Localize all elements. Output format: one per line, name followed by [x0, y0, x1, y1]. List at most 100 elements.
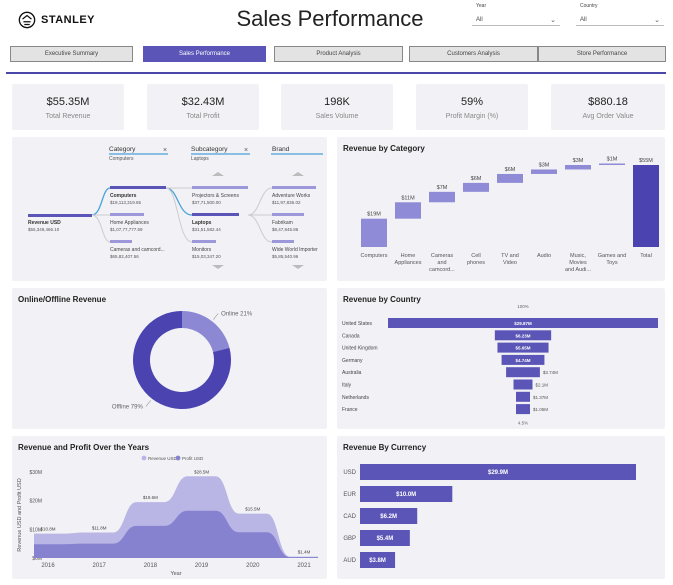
- decomp-category-value: $1,07,77,777.59: [110, 227, 143, 232]
- country-label: Germany: [342, 358, 363, 364]
- category-bar: [395, 202, 421, 219]
- scroll-down-icon[interactable]: [212, 265, 224, 269]
- country-filter-value: All: [580, 16, 587, 23]
- tab-product-analysis[interactable]: Product Analysis: [274, 46, 403, 62]
- decomp-root-label: Revenue USD: [28, 220, 61, 226]
- decomp-category-value: $19,113,319.65: [110, 200, 141, 205]
- revenue-data-label: $19.6M: [143, 495, 158, 500]
- category-tick-label: Toys: [606, 260, 618, 266]
- decomp-brand-value: $5,85,540.96: [272, 254, 299, 259]
- category-data-label: $3M: [573, 158, 584, 164]
- decomp-link: [91, 187, 111, 216]
- revenue-by-category-chart: $19M Computers $11M HomeAppliances $7M Camera…: [361, 157, 659, 273]
- x-tick-label: 2018: [144, 563, 158, 569]
- scroll-down-icon[interactable]: [292, 265, 304, 269]
- kpi-value: 59%: [460, 96, 484, 108]
- category-tick-label: Music,: [570, 253, 586, 259]
- scroll-up-icon[interactable]: [212, 172, 224, 176]
- country-data-label: $1.37M: [533, 395, 548, 400]
- x-axis-title: Year: [170, 571, 181, 577]
- revenue-data-label: $15.5M: [245, 507, 260, 512]
- category-data-label: $1M: [607, 157, 618, 163]
- kpi-card-avg-order-value: $880.18 Avg Order Value: [551, 84, 665, 130]
- country-label: Netherlands: [342, 395, 369, 401]
- year-filter-value: All: [476, 16, 483, 23]
- category-tick-label: Appliances: [395, 260, 422, 266]
- currency-data-label: $3.8M: [369, 558, 386, 564]
- decomp-category-label: Cameras and camcord...: [110, 247, 165, 253]
- country-bar: [516, 404, 530, 415]
- decomp-header-category: Category: [109, 146, 136, 153]
- header-divider: [6, 72, 666, 74]
- kpi-label: Sales Volume: [315, 113, 359, 120]
- decomp-brand-bar[interactable]: [272, 186, 316, 189]
- decomp-category-bar[interactable]: [110, 213, 144, 216]
- revenue-by-country-panel: Revenue by Country 100% United States $29.…: [337, 288, 665, 429]
- currency-label: AUD: [343, 558, 356, 564]
- category-bar: [361, 218, 387, 247]
- country-data-label: $3.74M: [543, 370, 558, 375]
- chevron-down-icon: ⌄: [550, 16, 556, 24]
- funnel-bottom-label: 4.5%: [518, 420, 528, 425]
- kpi-value: $880.18: [588, 96, 628, 108]
- page-nav: Executive Summary Sales Performance Prod…: [10, 46, 666, 63]
- decomp-brand-label: Wide World Importer: [272, 247, 318, 253]
- tab-customers-analysis[interactable]: Customers Analysis: [409, 46, 538, 62]
- decomp-brand-bar[interactable]: [272, 240, 294, 243]
- decomp-subcategory-label: Monitors: [192, 247, 212, 253]
- country-bar: [513, 379, 533, 390]
- decomp-link: [247, 214, 273, 243]
- category-tick-label: Cell: [471, 253, 480, 259]
- decomp-subcategory-bar[interactable]: [192, 213, 239, 216]
- revenue-by-currency-panel: Revenue By Currency USD $29.9M EUR $10.0M CA…: [337, 436, 665, 579]
- currency-label: GBP: [343, 536, 356, 542]
- decomp-category-label: Computers: [110, 193, 137, 199]
- category-tick-label: Video: [503, 260, 517, 266]
- category-bar: [531, 169, 557, 174]
- x-tick-label: 2019: [195, 563, 209, 569]
- donut-leader: [213, 313, 219, 320]
- category-data-label: $7M: [437, 185, 448, 191]
- country-filter-select[interactable]: All ⌄: [576, 14, 664, 26]
- category-tick-label: Total: [640, 253, 652, 259]
- country-bar: [516, 391, 530, 402]
- category-tick-label: Games and: [598, 253, 626, 259]
- legend-label: Revenue USD: [148, 456, 178, 461]
- decomp-subcategory-bar[interactable]: [192, 186, 248, 189]
- brand-name: STANLEY: [41, 14, 96, 26]
- decomp-subcategory-bar[interactable]: [192, 240, 216, 243]
- page-title: Sales Performance: [236, 6, 424, 31]
- scroll-up-icon[interactable]: [292, 172, 304, 176]
- tab-executive-summary[interactable]: Executive Summary: [10, 46, 133, 62]
- decomp-root-value: $55,349,466.10: [28, 227, 60, 232]
- decomp-category-bar[interactable]: [110, 240, 132, 243]
- tab-store-performance[interactable]: Store Performance: [538, 46, 666, 62]
- close-icon[interactable]: ×: [163, 147, 167, 154]
- category-bar: [633, 165, 659, 247]
- close-icon[interactable]: ×: [244, 147, 248, 154]
- tab-sales-performance[interactable]: Sales Performance: [143, 46, 266, 62]
- revenue-profit-years-chart: $0M$10M$20M$30MRevenue USD and Profit US…: [17, 455, 318, 577]
- country-label: United Kingdom: [342, 346, 378, 352]
- funnel-top-label: 100%: [517, 304, 529, 309]
- x-tick-label: 2021: [297, 563, 311, 569]
- decomp-brand-bar[interactable]: [272, 213, 304, 216]
- decomp-subcategory-label: Projectors & Screens: [192, 193, 239, 199]
- country-data-label: $29.87M: [514, 321, 532, 326]
- year-filter-select[interactable]: All ⌄: [472, 14, 560, 26]
- decomp-category-bar[interactable]: [110, 186, 166, 189]
- country-filter-label: Country: [580, 3, 598, 9]
- country-filter[interactable]: Country All ⌄: [576, 3, 664, 31]
- decomp-root-bar[interactable]: [28, 214, 92, 217]
- category-tick-label: camcord...: [429, 267, 455, 273]
- currency-label: CAD: [343, 514, 356, 520]
- category-data-label: $11M: [401, 195, 415, 201]
- year-filter[interactable]: Year All ⌄: [472, 3, 560, 31]
- legend-marker: [175, 455, 181, 461]
- revenue-profit-years-panel: Revenue and Profit Over the Years $0M $10…: [12, 436, 327, 579]
- decomp-brand-value: $8,47,845.86: [272, 227, 299, 232]
- category-tick-label: Home: [401, 253, 416, 259]
- country-label: Canada: [342, 333, 360, 339]
- decomp-category-label: Home Appliances: [110, 220, 149, 226]
- x-tick-label: 2020: [246, 563, 260, 569]
